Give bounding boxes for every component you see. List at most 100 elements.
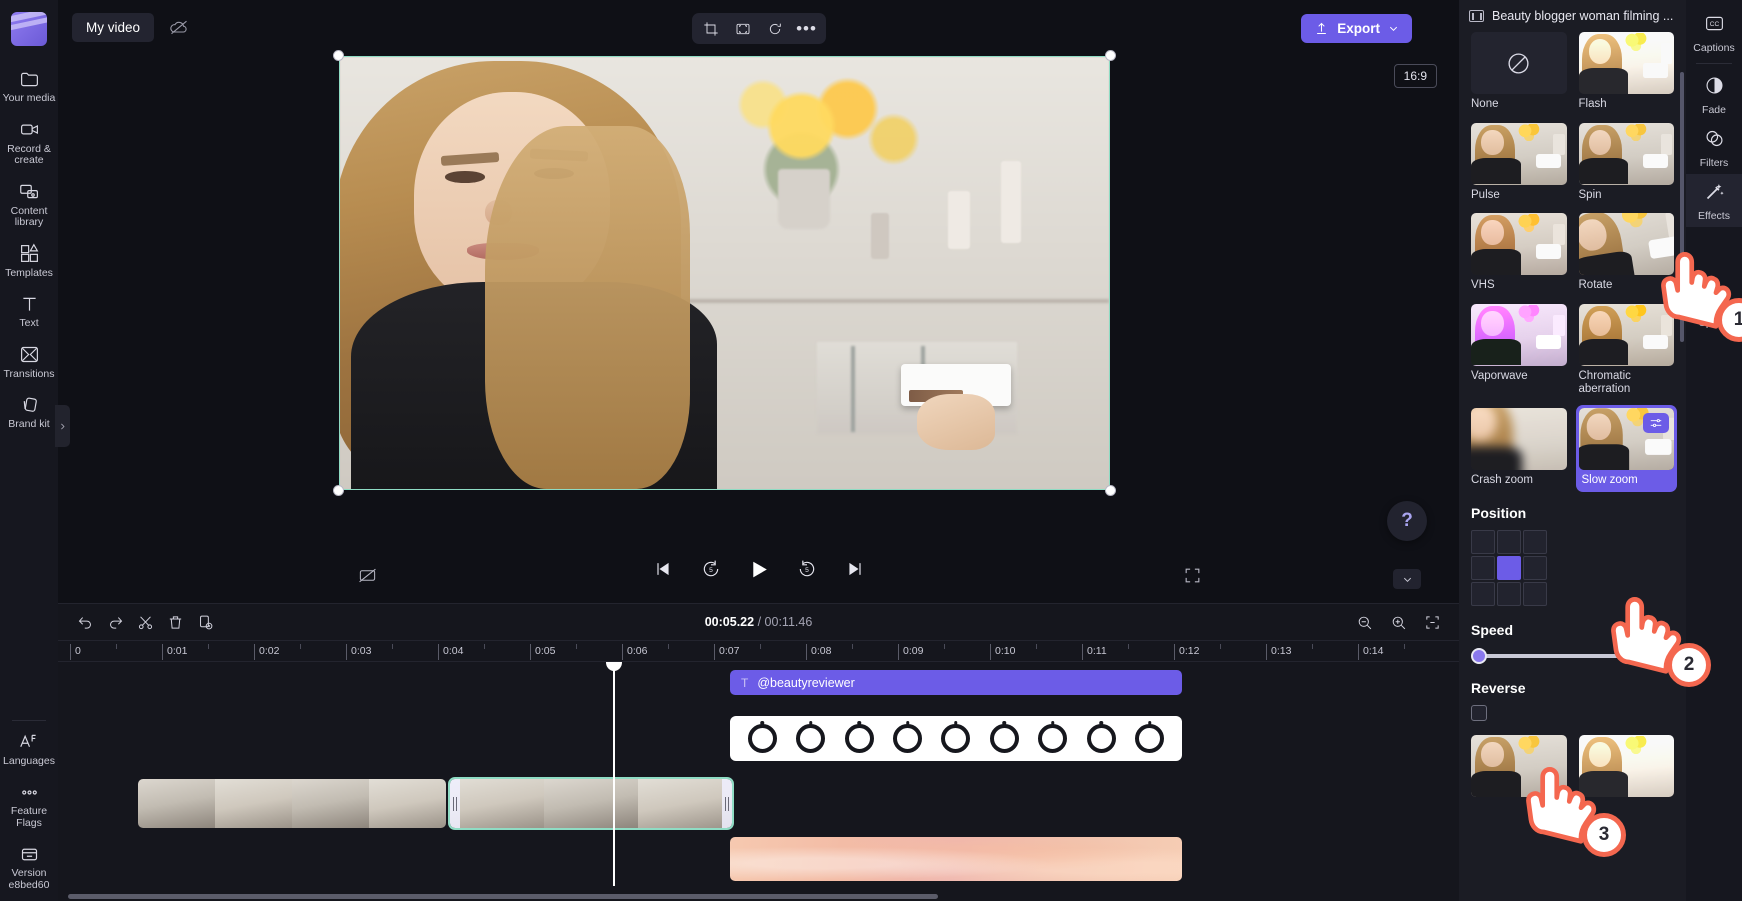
effect-vaporwave[interactable]: Vaporwave [1471, 303, 1567, 397]
audio-waveform-ring [941, 724, 971, 753]
video-canvas[interactable] [333, 50, 1116, 496]
sidebar-item-templates[interactable]: Templates [0, 235, 58, 286]
trim-handle-right[interactable] [722, 779, 732, 828]
video-title-field[interactable]: My video [72, 12, 155, 42]
sidebar-item-languages[interactable]: Languages [0, 723, 58, 774]
position-cell-3[interactable] [1471, 556, 1495, 580]
effect-vhs[interactable]: VHS [1471, 213, 1567, 293]
undo-icon [78, 616, 91, 629]
audio-waveform-ring [1135, 724, 1165, 753]
speed-slider-knob[interactable] [1471, 648, 1487, 664]
resize-handle-bottom-left[interactable] [333, 485, 344, 496]
video-clip-1[interactable] [138, 779, 446, 828]
effect-thumbnail[interactable] [1578, 735, 1674, 797]
skip-previous-button[interactable] [649, 555, 677, 583]
effect-crash-zoom[interactable]: Crash zoom [1471, 407, 1567, 490]
time-display: 00:05.22 / 00:11.46 [705, 615, 813, 629]
effect-label: Spin [1578, 188, 1602, 201]
position-cell-2[interactable] [1523, 530, 1547, 554]
position-cell-5[interactable] [1523, 556, 1547, 580]
sidebar-item-your-media[interactable]: Your media [0, 60, 58, 111]
crop-icon [703, 21, 718, 36]
sidebar-item-record-create[interactable]: Record & create [0, 111, 58, 173]
sidebar-item-feature-flags[interactable]: Feature Flags [0, 773, 58, 835]
right-rail-divider [1696, 63, 1732, 64]
overlay-clip[interactable] [730, 837, 1182, 881]
fit-tool[interactable] [728, 15, 758, 42]
captions-off-button[interactable] [355, 563, 379, 587]
tab-fade[interactable]: Fade [1686, 68, 1742, 121]
play-button[interactable] [745, 555, 773, 583]
zoom-out-button[interactable] [1349, 608, 1379, 636]
export-button[interactable]: Export [1301, 14, 1412, 43]
position-cell-4[interactable] [1497, 556, 1521, 580]
effects-panel-body[interactable]: None Flash Pulse Spin VHS Rotate Vaporwa… [1459, 32, 1686, 901]
sidebar-item-brand-kit[interactable]: Brand kit [0, 386, 58, 437]
timeline-ruler[interactable]: 0 0:01 0:02 0:03 0:04 0:05 0:06 0:07 0:08 0:09 0:1… [58, 640, 1459, 662]
effect-spin[interactable]: Spin [1578, 122, 1674, 203]
fullscreen-button[interactable] [1180, 563, 1204, 587]
sidebar-item-text[interactable]: Text [0, 285, 58, 336]
audio-clip[interactable] [730, 716, 1182, 761]
effect-chromatic-aberration[interactable]: Chromatic aberration [1578, 303, 1674, 397]
sidebar-item-transitions[interactable]: Transitions [0, 336, 58, 387]
effects-panel-scrollbar[interactable] [1680, 72, 1684, 342]
position-cell-0[interactable] [1471, 530, 1495, 554]
effect-flash[interactable]: Flash [1578, 32, 1674, 112]
sidebar-collapse-button[interactable] [55, 405, 70, 447]
effect-none[interactable]: None [1471, 32, 1567, 112]
effect-thumbnail[interactable] [1471, 735, 1567, 797]
undo-button[interactable] [70, 608, 100, 636]
forward-5-button[interactable]: 5 [793, 555, 821, 583]
collapse-preview-button[interactable] [1393, 569, 1421, 589]
audio-waveform-ring [989, 724, 1019, 753]
tab-filters[interactable]: Filters [1686, 121, 1742, 174]
filters-icon [1704, 128, 1725, 154]
crop-tool[interactable] [696, 15, 726, 42]
resize-handle-bottom-right[interactable] [1105, 485, 1116, 496]
tab-effects[interactable]: Effects [1686, 174, 1742, 227]
sidebar-item-content-library[interactable]: Content library [0, 173, 58, 235]
more-tool[interactable]: ••• [792, 15, 822, 42]
text-icon: T [741, 675, 749, 690]
upload-icon [1317, 22, 1327, 34]
track-video [58, 777, 1459, 830]
text-clip[interactable]: T @beautyreviewer [730, 670, 1182, 695]
effect-pulse[interactable]: Pulse [1471, 122, 1567, 203]
export-button-label: Export [1337, 21, 1380, 36]
speed-slider[interactable] [1471, 648, 1674, 664]
position-cell-8[interactable] [1523, 582, 1547, 606]
timeline-horizontal-scrollbar[interactable] [68, 894, 938, 899]
video-preview[interactable] [339, 56, 1110, 490]
effect-slow-zoom[interactable]: Slow zoom [1575, 404, 1677, 492]
aspect-ratio-badge[interactable]: 16:9 [1393, 64, 1437, 88]
video-clip-2-selected[interactable] [448, 777, 734, 830]
zoom-in-button[interactable] [1383, 608, 1413, 636]
effects-panel: Beauty blogger woman filming ... None Fl… [1459, 0, 1686, 901]
resize-handle-top-left[interactable] [333, 50, 344, 61]
sidebar-item-version[interactable]: Version e8bed60 [0, 835, 58, 901]
trim-handle-left[interactable] [450, 779, 460, 828]
resize-handle-top-right[interactable] [1105, 50, 1116, 61]
effect-settings-button[interactable] [1643, 412, 1669, 433]
svg-text:5: 5 [709, 567, 713, 574]
tab-captions[interactable]: CC Captions [1686, 6, 1742, 59]
effect-rotate[interactable]: Rotate [1578, 213, 1674, 293]
position-cell-6[interactable] [1471, 582, 1495, 606]
delete-button[interactable] [160, 608, 190, 636]
reverse-checkbox[interactable] [1471, 705, 1487, 721]
duplicate-button[interactable] [190, 608, 220, 636]
tab-speed[interactable]: Speed [1686, 281, 1742, 334]
fit-timeline-button[interactable] [1417, 608, 1447, 636]
rotate-tool[interactable] [760, 15, 790, 42]
position-cell-1[interactable] [1497, 530, 1521, 554]
reverse-section-title: Reverse [1471, 680, 1526, 696]
position-cell-7[interactable] [1497, 582, 1521, 606]
cloud-off-icon[interactable] [166, 14, 192, 40]
playhead[interactable] [606, 662, 622, 886]
split-button[interactable] [130, 608, 160, 636]
skip-next-button[interactable] [841, 555, 869, 583]
redo-button[interactable] [100, 608, 130, 636]
help-button[interactable]: ? [1387, 501, 1427, 541]
rewind-5-button[interactable]: 5 [697, 555, 725, 583]
